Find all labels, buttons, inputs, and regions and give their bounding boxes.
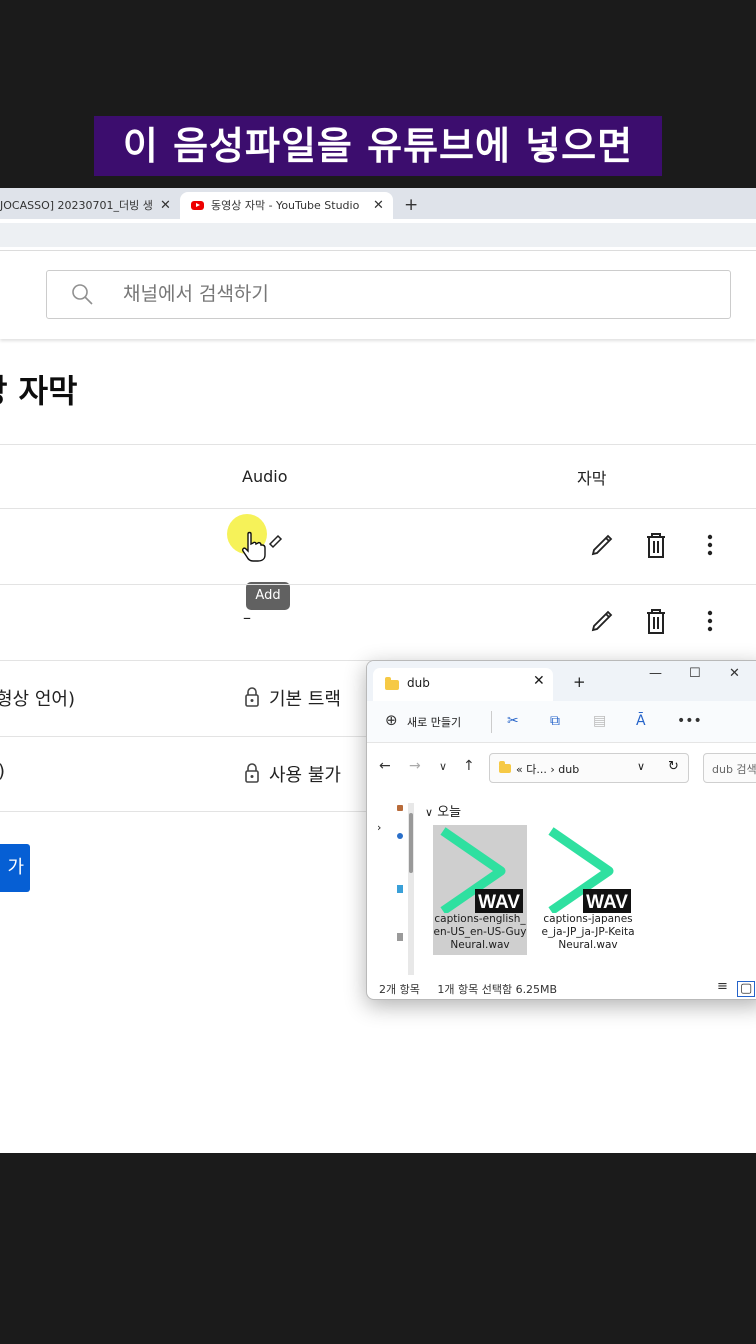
edit-pencil-icon[interactable] [589,531,615,561]
maximize-icon[interactable]: ☐ [689,666,701,681]
cut-icon[interactable]: ✂ [507,713,519,729]
plus-circle-icon: ⊕ [385,711,398,729]
new-tab-button[interactable]: + [404,192,418,219]
youtube-icon [191,201,204,210]
more-horiz-icon[interactable]: ••• [677,713,702,729]
divider [491,711,492,733]
new-tab-button[interactable]: + [573,673,586,691]
add-tooltip: Add [246,582,290,610]
chevron-down-icon[interactable]: ∨ [637,760,645,773]
divider [0,584,756,585]
channel-search-box[interactable]: 채널에서 검색하기 [46,270,731,319]
more-vert-icon[interactable] [705,609,715,635]
group-label: 오늘 [437,805,462,820]
cloud-icon[interactable] [397,833,403,839]
trash-icon[interactable] [645,531,667,561]
desktop-icon[interactable] [397,885,403,893]
more-vert-icon[interactable] [705,533,715,559]
close-window-icon[interactable]: ✕ [729,666,740,681]
wav-play-icon: WAV [548,827,631,913]
folder-icon [385,677,399,690]
back-arrow-icon[interactable]: ← [379,758,391,774]
folder-icon [499,761,511,773]
search-placeholder: dub 검색 [712,763,756,776]
explorer-tab-dub[interactable]: dub ✕ [373,668,553,701]
scrollbar[interactable] [408,803,414,975]
close-icon[interactable]: ✕ [160,192,171,219]
tab-docs[interactable]: JOCASSO] 20230701_더빙 생성 ✕ [0,192,178,219]
wav-label: WAV [586,892,628,913]
tab-youtube-studio[interactable]: 동영상 자막 - YouTube Studio ✕ [180,192,393,219]
url-field[interactable] [0,223,756,247]
search-icon [72,284,93,305]
tab-title: 동영상 자막 - YouTube Studio [211,199,360,212]
path-separator: › [550,763,555,776]
track-language: ) [0,761,5,782]
status-bar: 2개 항목 1개 항목 선택함 6.25MB [379,981,557,997]
chevron-down-icon: ∨ [425,806,434,819]
add-language-button[interactable]: 가 [0,844,30,892]
group-header-today[interactable]: ∨ 오늘 [425,801,461,820]
column-header-audio: Audio [242,467,288,486]
rename-icon[interactable]: Ā [636,713,646,729]
status-selection: 1개 항목 선택함 6.25MB [437,983,558,996]
home-icon[interactable] [397,805,403,811]
close-icon[interactable]: ✕ [533,673,545,689]
edit-pencil-icon[interactable] [589,607,615,637]
file-name: captions-japanese_ja-JP_ja-JP-KeitaNeura… [541,913,635,951]
explorer-title-bar: dub ✕ + — ☐ ✕ [367,661,756,701]
file-explorer-window: dub ✕ + — ☐ ✕ ⊕ 새로 만들기 ✂ ⧉ ▤ Ā ••• ← → ∨… [366,660,756,1000]
minimize-icon[interactable]: — [649,666,662,681]
lock-icon [245,763,259,783]
explorer-command-bar: ⊕ 새로 만들기 ✂ ⧉ ▤ Ā ••• [367,701,756,743]
tab-bar: JOCASSO] 20230701_더빙 생성 ✕ 동영상 자막 - YouTu… [0,188,756,219]
forward-arrow-icon[interactable]: → [409,758,421,774]
path-prefix: « [516,763,523,776]
paste-icon[interactable]: ▤ [593,713,606,729]
file-item[interactable]: WAV captions-japanese_ja-JP_ja-JP-KeitaN… [541,825,635,955]
status-item-count: 2개 항목 [379,983,420,996]
chevron-down-icon[interactable]: ∨ [439,760,447,773]
navigation-pane: › [367,797,417,975]
column-header-subtitles: 자막 [577,469,607,488]
divider [0,444,756,445]
divider [0,508,756,509]
audio-empty-value: – [243,608,251,627]
details-view-icon[interactable]: ≡ [717,979,728,994]
address-path: « 다... › dub [516,761,579,777]
search-placeholder: 채널에서 검색하기 [123,283,269,305]
address-field[interactable]: « 다... › dub ∨ ↻ [489,753,689,783]
close-icon[interactable]: ✕ [373,192,384,219]
lock-icon [245,687,259,707]
tiles-view-icon[interactable]: ▢ [737,981,756,997]
up-arrow-icon[interactable]: ↑ [463,758,475,774]
refresh-icon[interactable]: ↻ [668,759,679,774]
page-title: 상 자막 [0,372,78,410]
address-bar [0,219,756,251]
documents-icon[interactable] [397,933,403,941]
file-name: captions-english_en-US_en-US-GuyNeural.w… [433,913,527,951]
chevron-right-icon[interactable]: › [377,821,381,834]
explorer-nav-bar: ← → ∨ ↑ « 다... › dub ∨ ↻ dub 검색 [367,743,756,793]
copy-icon[interactable]: ⧉ [550,713,560,729]
track-status: 사용 불가 [269,765,341,786]
track-language: 형상 언어) [0,689,75,710]
hand-cursor-icon [242,531,283,562]
path-part[interactable]: 다... [526,763,547,776]
file-item[interactable]: WAV captions-english_en-US_en-US-GuyNeur… [433,825,527,955]
trash-icon[interactable] [645,607,667,637]
wav-play-icon: WAV [440,827,523,913]
tab-title: JOCASSO] 20230701_더빙 생성 [0,199,152,212]
new-item-button[interactable]: 새로 만들기 [407,714,461,730]
path-folder[interactable]: dub [558,763,579,776]
explorer-search-input[interactable]: dub 검색 [703,753,756,783]
video-caption: 이 음성파일을 유튜브에 넣으면 [94,116,662,176]
studio-header: 채널에서 검색하기 [0,251,756,339]
explorer-tab-label: dub [407,676,430,690]
wav-label: WAV [478,892,520,913]
track-status: 기본 트랙 [269,689,341,710]
